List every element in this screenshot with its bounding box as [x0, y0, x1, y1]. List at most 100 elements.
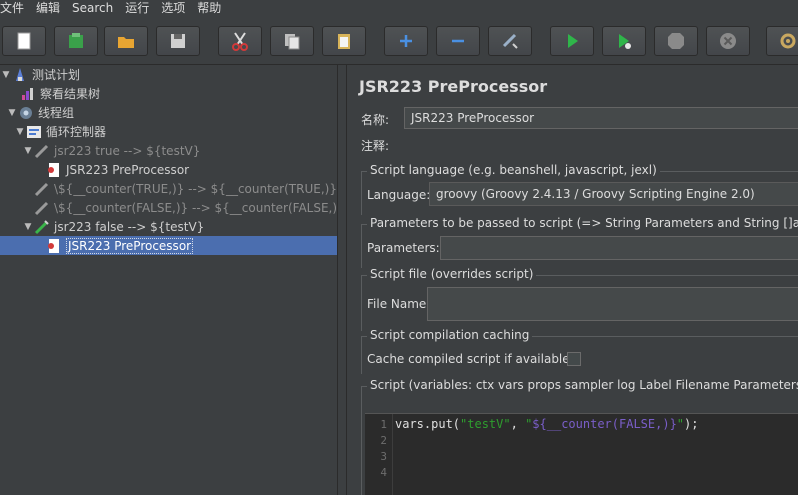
- toggle-icon: [502, 33, 518, 49]
- sampler-icon: [34, 200, 50, 216]
- code-text: vars.put("testV", "${__counter(FALSE,)}"…: [395, 417, 698, 431]
- tree-item-loop-controller[interactable]: ▼ 循环控制器: [14, 122, 106, 141]
- menu-run[interactable]: 运行: [119, 1, 155, 15]
- open-button[interactable]: [104, 26, 148, 56]
- shutdown-icon: [720, 33, 736, 49]
- split-divider[interactable]: [338, 65, 347, 495]
- test-plan-icon: [12, 67, 28, 83]
- expand-arrow-icon[interactable]: ▼: [22, 222, 34, 232]
- code-value-string: ${__counter(FALSE,)}: [532, 417, 677, 431]
- parameters-input[interactable]: [440, 236, 798, 260]
- tree-item-sampler-counter-false[interactable]: \${__counter(FALSE,)} --> ${__counter(FA…: [22, 198, 345, 217]
- tree-item-label: JSR223 PreProcessor: [66, 162, 190, 177]
- start-icon: [568, 34, 578, 48]
- code-line: 3: [365, 448, 387, 464]
- thread-group-icon: [18, 105, 34, 121]
- code-call: vars.put(: [395, 417, 461, 431]
- save-button[interactable]: [156, 26, 200, 56]
- loop-controller-icon: [26, 124, 42, 140]
- language-select[interactable]: groovy (Groovy 2.4.13 / Groovy Scripting…: [429, 182, 798, 206]
- tree-item-label: 循环控制器: [46, 125, 107, 139]
- stop-button[interactable]: [654, 26, 698, 56]
- menu-search[interactable]: Search: [66, 1, 119, 15]
- comment-label: 注释:: [361, 139, 390, 153]
- paste-icon: [338, 34, 350, 49]
- tree-item-label: \${__counter(FALSE,)} --> ${__counter(FA…: [54, 200, 345, 215]
- code-key-string: "testV": [460, 417, 511, 431]
- preprocessor-icon: [46, 238, 62, 254]
- copy-button[interactable]: [270, 26, 314, 56]
- expand-arrow-icon[interactable]: ▼: [6, 108, 18, 118]
- tree-item-label: JSR223 PreProcessor: [66, 237, 194, 254]
- cut-button[interactable]: [218, 26, 262, 56]
- clear-button[interactable]: [766, 26, 798, 56]
- preprocessor-icon: [46, 162, 62, 178]
- code-line: 1 vars.put("testV", "${__counter(FALSE,)…: [365, 416, 698, 432]
- expand-arrow-icon[interactable]: ▼: [0, 70, 12, 80]
- comment-field[interactable]: [399, 135, 798, 155]
- collapse-all-button[interactable]: [436, 26, 480, 56]
- group-title: Script file (overrides script): [367, 267, 537, 281]
- line-number: 2: [380, 433, 387, 447]
- tree-item-test-plan[interactable]: ▼ 测试计划: [0, 65, 80, 84]
- code-line: 2: [365, 432, 387, 448]
- gutter-separator: [392, 414, 393, 495]
- name-label: 名称:: [361, 113, 390, 127]
- shutdown-button[interactable]: [706, 26, 750, 56]
- test-plan-tree: ▼ 测试计划 察看结果树 ▼ 线程组 ▼ 循环控制器 ▼ jsr223 true…: [0, 65, 345, 495]
- toolbar: [0, 16, 798, 65]
- line-number: 4: [380, 465, 387, 479]
- stop-icon: [668, 33, 684, 49]
- tree-item-sampler-false[interactable]: ▼ jsr223 false --> ${testV}: [22, 217, 204, 236]
- sampler-icon: [34, 181, 50, 197]
- menu-bar: 文件 编辑 Search 运行 选项 帮助: [0, 0, 798, 16]
- templates-button[interactable]: [54, 26, 98, 56]
- new-button[interactable]: [2, 26, 46, 56]
- cache-label: Cache compiled script if available:: [367, 352, 574, 366]
- language-label: Language:: [367, 188, 431, 202]
- group-title: Script language (e.g. beanshell, javascr…: [367, 163, 660, 177]
- tree-item-sampler-true[interactable]: ▼ jsr223 true --> ${testV}: [22, 141, 200, 160]
- expand-arrow-icon[interactable]: ▼: [14, 127, 26, 137]
- parameters-label: Parameters:: [367, 241, 440, 255]
- toggle-button[interactable]: [488, 26, 532, 56]
- code-line: 4: [365, 464, 387, 480]
- menu-help[interactable]: 帮助: [191, 1, 227, 15]
- page-title: JSR223 PreProcessor: [359, 77, 548, 96]
- tree-item-preprocessor-1[interactable]: JSR223 PreProcessor: [34, 160, 189, 179]
- tree-item-label: 测试计划: [32, 68, 81, 82]
- new-icon: [17, 32, 31, 50]
- results-tree-icon: [20, 86, 36, 102]
- expand-icon: [400, 35, 412, 47]
- tree-item-label: jsr223 false --> ${testV}: [54, 219, 205, 234]
- group-title: Parameters to be passed to script (=> St…: [367, 216, 798, 230]
- tree-item-label: jsr223 true --> ${testV}: [54, 143, 201, 158]
- code-end: );: [684, 417, 699, 431]
- menu-options[interactable]: 选项: [155, 1, 191, 15]
- save-icon: [171, 34, 185, 48]
- script-editor[interactable]: 1 vars.put("testV", "${__counter(FALSE,)…: [365, 413, 798, 495]
- tree-item-label: \${__counter(TRUE,)} --> ${__counter(TRU…: [54, 181, 337, 196]
- tree-item-thread-group[interactable]: ▼ 线程组: [6, 103, 74, 122]
- cache-checkbox[interactable]: [567, 352, 581, 366]
- group-title: Script (variables: ctx vars props sample…: [367, 378, 798, 392]
- expand-arrow-icon[interactable]: ▼: [22, 146, 34, 156]
- name-field[interactable]: JSR223 PreProcessor: [404, 107, 798, 129]
- menu-file[interactable]: 文件: [0, 1, 30, 15]
- copy-icon: [285, 34, 300, 50]
- line-number: 3: [380, 449, 387, 463]
- menu-edit[interactable]: 编辑: [30, 1, 66, 15]
- sampler-icon: [34, 219, 50, 235]
- expand-all-button[interactable]: [384, 26, 428, 56]
- paste-button[interactable]: [322, 26, 366, 56]
- cut-icon: [232, 32, 248, 51]
- tree-item-label: 察看结果树: [40, 87, 101, 101]
- start-button[interactable]: [550, 26, 594, 56]
- tree-item-preprocessor-2-selected[interactable]: JSR223 PreProcessor: [0, 236, 337, 255]
- file-name-input[interactable]: [427, 287, 798, 321]
- line-number: 1: [380, 417, 387, 431]
- code-quote: ": [676, 417, 685, 431]
- tree-item-results-tree[interactable]: 察看结果树: [8, 84, 100, 103]
- tree-item-sampler-counter-true[interactable]: \${__counter(TRUE,)} --> ${__counter(TRU…: [22, 179, 337, 198]
- start-no-pause-button[interactable]: [602, 26, 646, 56]
